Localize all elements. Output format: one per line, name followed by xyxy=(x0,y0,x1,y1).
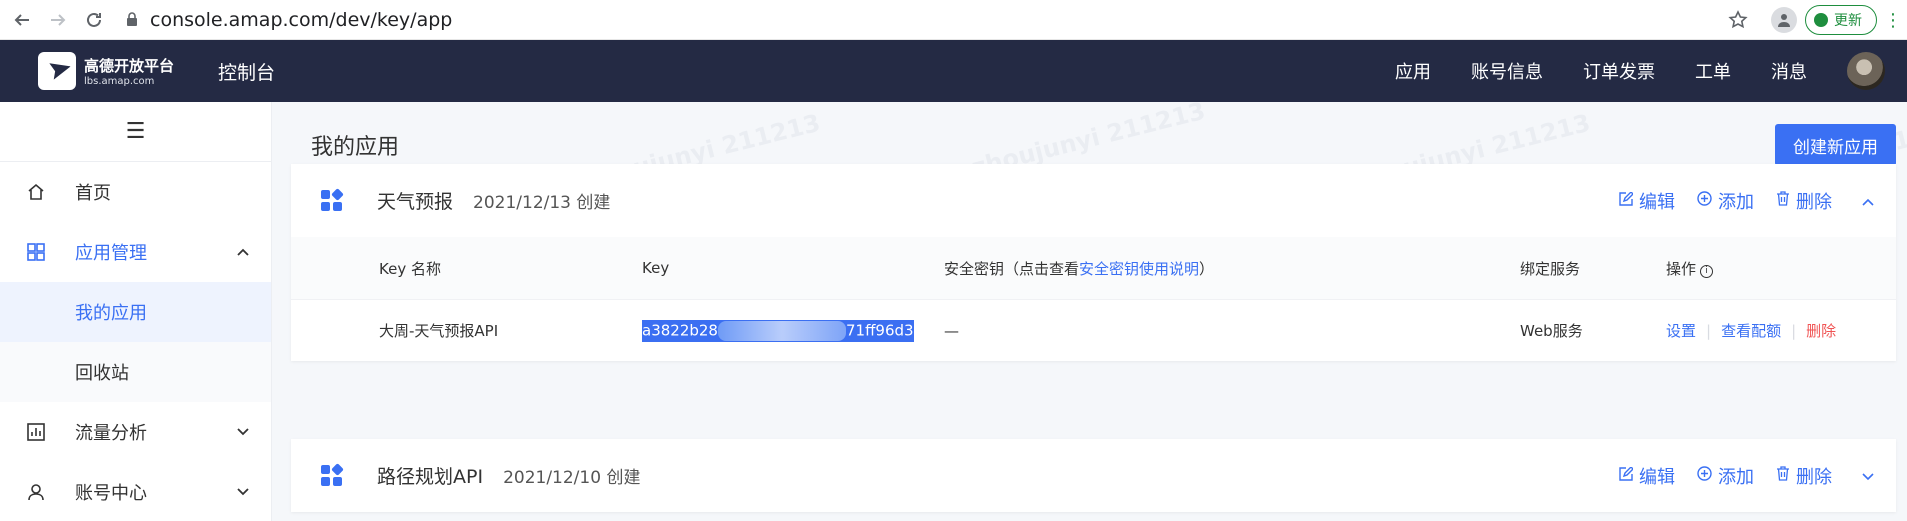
trash-icon xyxy=(1776,191,1790,210)
menu-toggle-icon[interactable]: ☰ xyxy=(0,102,271,162)
edit-label: 编辑 xyxy=(1639,466,1675,488)
edit-icon xyxy=(1619,465,1634,485)
table-row: 大周-天气预报API a3822b28 71ff96d3 — Web服务 设置 | 查… xyxy=(291,299,1896,361)
chart-icon xyxy=(25,421,47,443)
back-arrow-icon xyxy=(14,13,29,26)
top-nav: 应用 账号信息 订单发票 工单 消息 xyxy=(1395,40,1907,102)
sidebar-label-account-center: 账号中心 xyxy=(75,483,147,504)
delete-label: 删除 xyxy=(1796,466,1832,488)
browser-profile-icon[interactable] xyxy=(1771,7,1797,33)
lock-icon xyxy=(126,9,138,31)
sidebar: ☰ 首页 应用管理 我的应用 回收站 流量分析 账号中心 xyxy=(0,102,272,521)
logo-subtitle: lbs.amap.com xyxy=(84,76,155,87)
app-card: 天气预报 2021/12/13 创建 编辑 添加 删除 Key 名称 Key 安… xyxy=(291,164,1896,361)
col-key-name: Key 名称 xyxy=(379,259,441,278)
reload-icon xyxy=(87,12,101,27)
app-name: 路径规划API xyxy=(377,466,484,488)
forward-button[interactable] xyxy=(44,6,72,34)
info-icon[interactable]: i xyxy=(1700,264,1714,278)
key-value[interactable]: a3822b28 71ff96d3 xyxy=(642,319,914,342)
console-title: 控制台 xyxy=(218,61,276,84)
nav-tickets[interactable]: 工单 xyxy=(1695,58,1731,84)
sidebar-item-traffic-analysis[interactable]: 流量分析 xyxy=(0,402,271,462)
chevron-down-icon xyxy=(237,484,249,500)
add-label: 添加 xyxy=(1718,466,1754,488)
add-key-button[interactable]: 添加 xyxy=(1697,188,1754,214)
app-card-header: 路径规划API 2021/12/10 创建 编辑 添加 删除 xyxy=(291,439,1896,512)
col-operations: 操作 i xyxy=(1666,258,1714,279)
secret-value: — xyxy=(944,321,959,340)
chevron-down-icon xyxy=(237,424,249,440)
edit-app-button[interactable]: 编辑 xyxy=(1619,188,1675,214)
app-grid-icon xyxy=(321,462,344,487)
nav-orders-invoices[interactable]: 订单发票 xyxy=(1583,58,1655,84)
user-avatar[interactable] xyxy=(1847,52,1885,90)
plus-circle-icon xyxy=(1697,466,1712,485)
bookmark-star-icon[interactable] xyxy=(1723,5,1753,35)
chevron-up-icon xyxy=(237,244,249,260)
delete-label: 删除 xyxy=(1796,191,1832,213)
logo-title: 高德开放平台 xyxy=(84,57,175,75)
delete-app-button[interactable]: 删除 xyxy=(1776,188,1832,214)
app-name: 天气预报 xyxy=(377,191,454,213)
browser-update-button[interactable]: 更新 xyxy=(1805,5,1877,35)
sidebar-item-account-center[interactable]: 账号中心 xyxy=(0,462,271,521)
sidebar-label-home: 首页 xyxy=(75,183,111,204)
row-operations: 设置 | 查看配额 | 删除 xyxy=(1666,322,1837,340)
edit-app-button[interactable]: 编辑 xyxy=(1619,463,1675,489)
nav-account-info[interactable]: 账号信息 xyxy=(1471,58,1543,84)
sidebar-item-recycle-bin[interactable]: 回收站 xyxy=(0,342,271,402)
home-icon xyxy=(25,181,47,203)
nav-apps[interactable]: 应用 xyxy=(1395,58,1431,84)
sidebar-item-home[interactable]: 首页 xyxy=(0,162,271,222)
app-grid-icon xyxy=(321,187,344,212)
update-label: 更新 xyxy=(1834,13,1862,29)
delete-app-button[interactable]: 删除 xyxy=(1776,463,1832,489)
app-created-date: 2021/12/10 创建 xyxy=(503,468,641,488)
add-key-button[interactable]: 添加 xyxy=(1697,463,1754,489)
update-dot-icon xyxy=(1814,13,1828,27)
page-title: 我的应用 xyxy=(311,135,400,160)
browser-menu-icon[interactable]: ⋮ xyxy=(1883,10,1903,31)
secret-usage-link[interactable]: 安全密钥使用说明 xyxy=(1079,260,1199,278)
user-icon xyxy=(25,481,47,503)
service-value: Web服务 xyxy=(1520,322,1583,340)
trash-icon xyxy=(1776,466,1790,485)
amap-logo-icon xyxy=(38,52,76,90)
sidebar-item-app-management[interactable]: 应用管理 xyxy=(0,222,271,282)
add-label: 添加 xyxy=(1718,191,1754,213)
plus-circle-icon xyxy=(1697,191,1712,210)
browser-toolbar: console.amap.com/dev/key/app 更新 ⋮ xyxy=(0,0,1907,40)
back-button[interactable] xyxy=(8,6,36,34)
col-key: Key xyxy=(642,259,670,277)
view-quota-link[interactable]: 查看配额 xyxy=(1721,322,1781,340)
top-header: 高德开放平台 lbs.amap.com 控制台 应用 账号信息 订单发票 工单 … xyxy=(0,40,1907,102)
key-name-value: 大周-天气预报API xyxy=(379,322,499,340)
nav-messages[interactable]: 消息 xyxy=(1771,58,1807,84)
edit-label: 编辑 xyxy=(1639,191,1675,213)
sidebar-label-traffic-analysis: 流量分析 xyxy=(75,423,147,444)
keys-table-header: Key 名称 Key 安全密钥（点击查看安全密钥使用说明） 绑定服务 操作 i xyxy=(291,237,1896,299)
sidebar-item-my-apps[interactable]: 我的应用 xyxy=(0,282,271,342)
edit-icon xyxy=(1619,190,1634,210)
col-service: 绑定服务 xyxy=(1520,259,1581,278)
sidebar-label-app-management: 应用管理 xyxy=(75,243,147,264)
delete-key-link[interactable]: 删除 xyxy=(1806,322,1836,340)
settings-link[interactable]: 设置 xyxy=(1666,322,1696,340)
logo[interactable]: 高德开放平台 lbs.amap.com xyxy=(38,52,174,90)
reload-button[interactable] xyxy=(80,6,108,34)
app-created-date: 2021/12/13 创建 xyxy=(473,193,611,213)
redaction-blur xyxy=(717,320,846,341)
address-bar[interactable]: console.amap.com/dev/key/app xyxy=(126,9,452,31)
col-secret: 安全密钥（点击查看安全密钥使用说明） xyxy=(944,259,1215,278)
main-content: 99106611N co_zhoujunyi 211213 99106611N … xyxy=(272,97,1907,521)
chevron-up-icon[interactable] xyxy=(1862,192,1874,210)
chevron-down-icon[interactable] xyxy=(1862,467,1874,485)
forward-arrow-icon xyxy=(51,13,66,26)
grid-icon xyxy=(25,241,47,263)
create-app-button[interactable]: 创建新应用 xyxy=(1775,124,1896,166)
url-text: console.amap.com/dev/key/app xyxy=(150,8,453,31)
app-card: 路径规划API 2021/12/10 创建 编辑 添加 删除 xyxy=(291,439,1896,512)
app-card-header: 天气预报 2021/12/13 创建 编辑 添加 删除 xyxy=(291,164,1896,237)
